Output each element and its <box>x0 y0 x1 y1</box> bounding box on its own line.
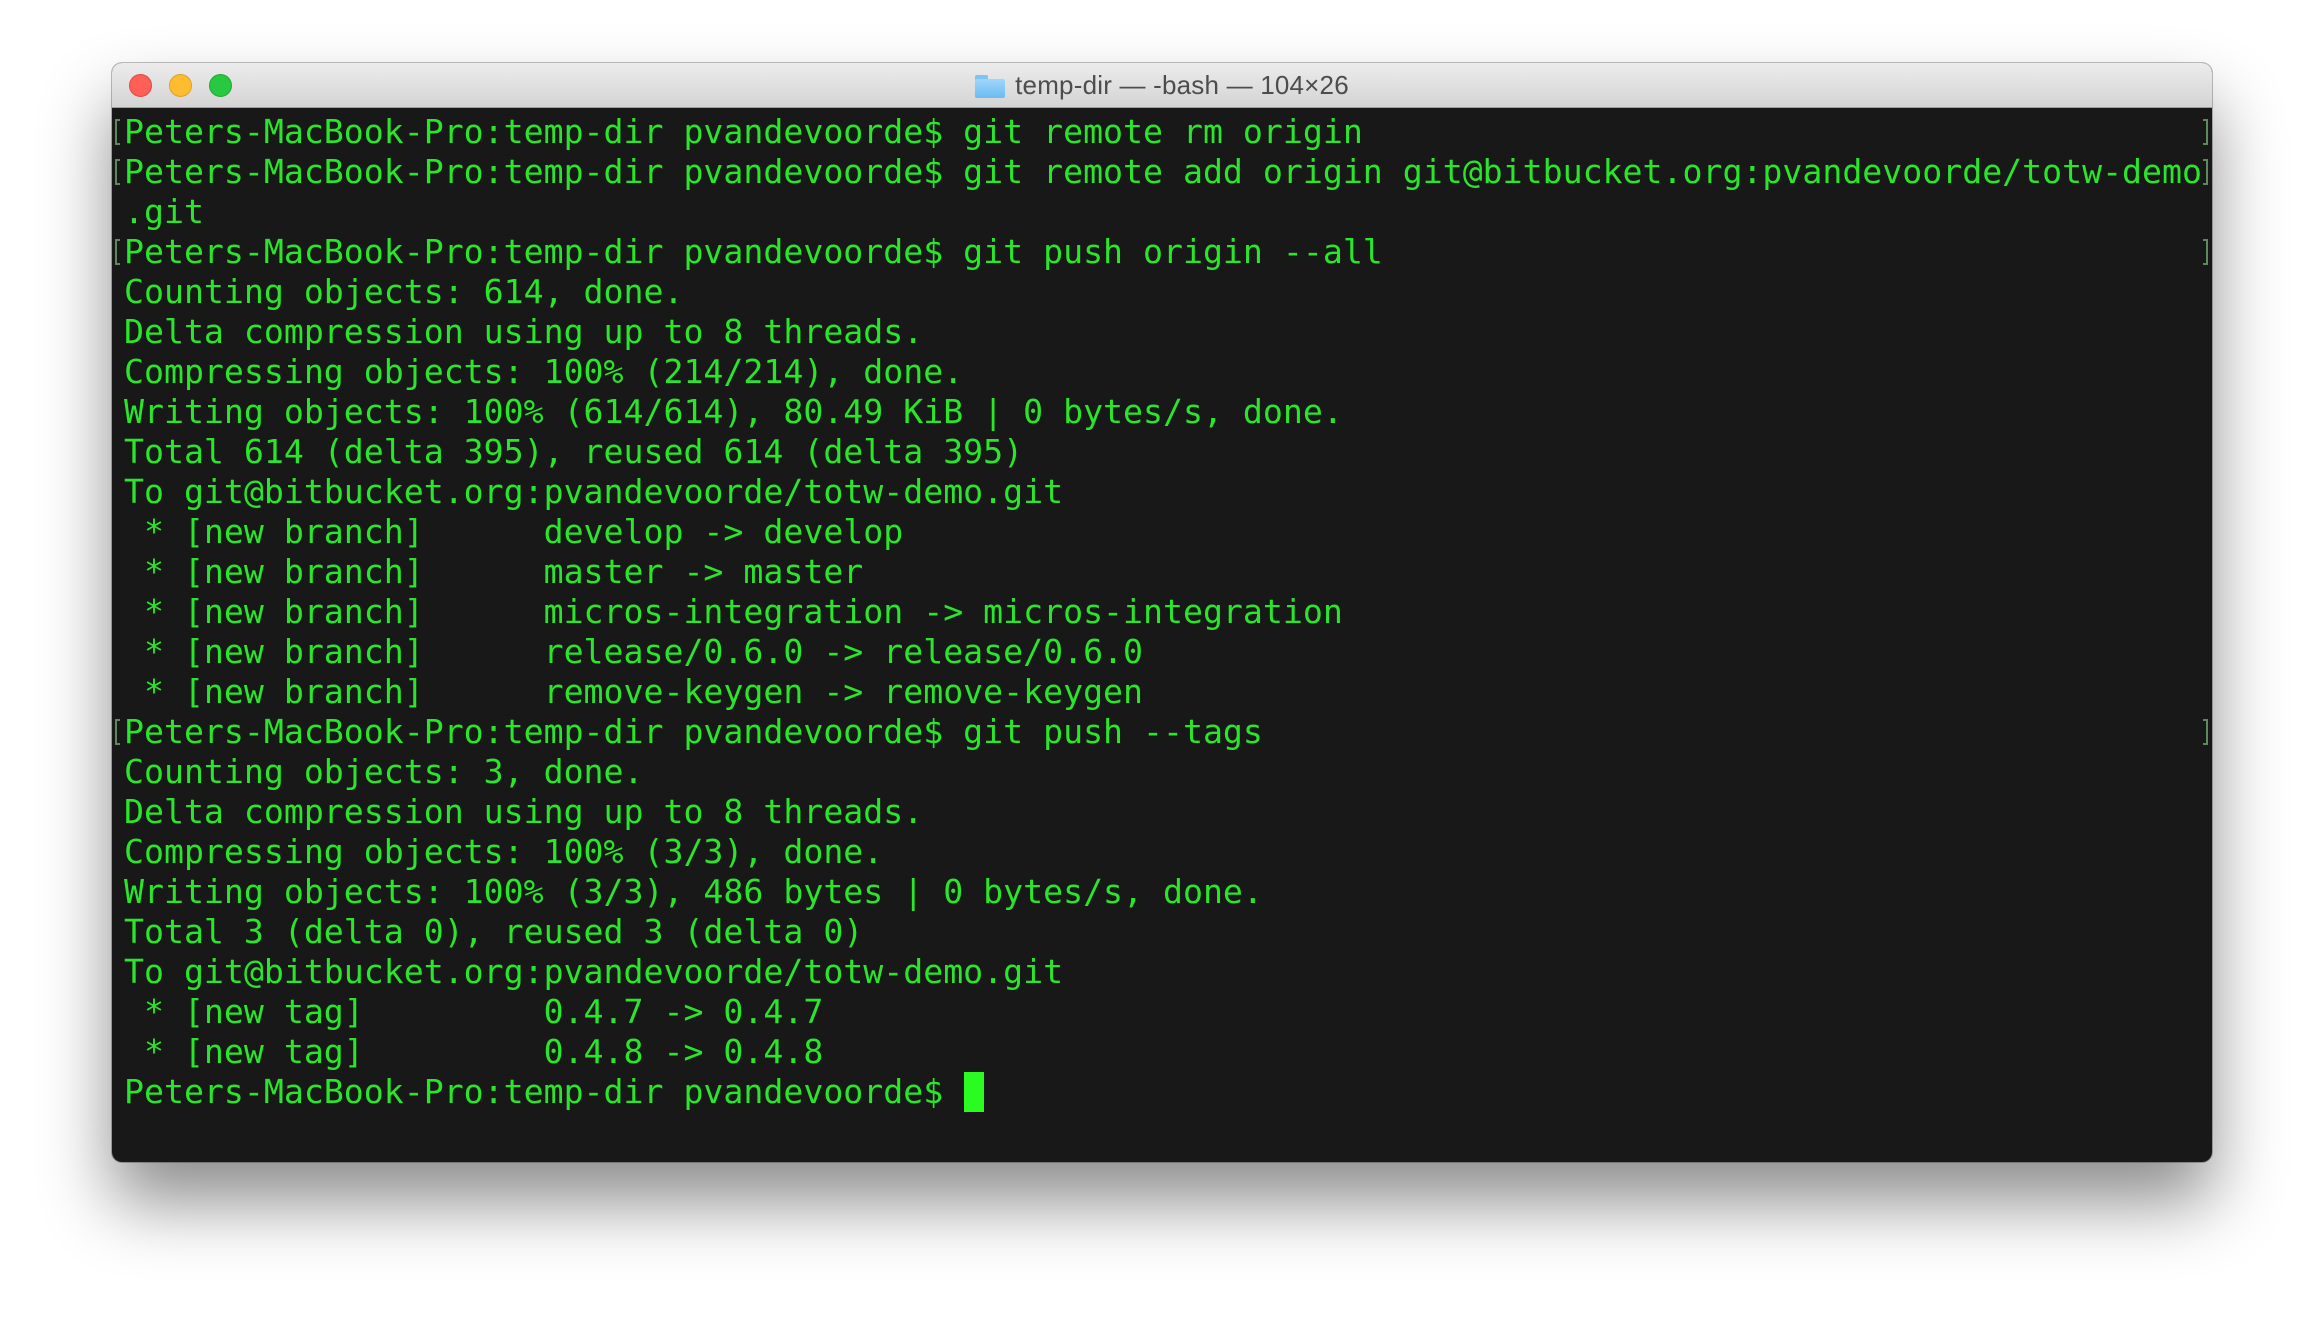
terminal-line: Peters-MacBook-Pro:temp-dir pvandevoorde… <box>124 1072 964 1111</box>
terminal-line: * [new tag] 0.4.8 -> 0.4.8 <box>124 1032 824 1071</box>
prompt-mark-right <box>2203 719 2208 745</box>
terminal-line: Peters-MacBook-Pro:temp-dir pvandevoorde… <box>124 112 1363 151</box>
terminal-line: Compressing objects: 100% (214/214), don… <box>124 352 964 391</box>
window-title-area: temp-dir — -bash — 104×26 <box>112 63 2212 107</box>
terminal-line: * [new branch] master -> master <box>124 552 864 591</box>
terminal-line: Peters-MacBook-Pro:temp-dir pvandevoorde… <box>124 232 1383 271</box>
terminal-line: * [new branch] release/0.6.0 -> release/… <box>124 632 1144 671</box>
prompt-mark-right <box>2203 159 2208 185</box>
terminal-line: To git@bitbucket.org:pvandevoorde/totw-d… <box>124 472 1064 511</box>
prompt-mark-left <box>115 159 120 185</box>
terminal-line: Counting objects: 614, done. <box>124 272 684 311</box>
terminal-line: Peters-MacBook-Pro:temp-dir pvandevoorde… <box>124 152 2202 191</box>
terminal-line: Counting objects: 3, done. <box>124 752 644 791</box>
terminal-line: * [new branch] remove-keygen -> remove-k… <box>124 672 1144 711</box>
terminal-line: To git@bitbucket.org:pvandevoorde/totw-d… <box>124 952 1064 991</box>
prompt-mark-right <box>2203 239 2208 265</box>
terminal-line: * [new tag] 0.4.7 -> 0.4.7 <box>124 992 824 1031</box>
terminal-line: .git <box>124 192 204 231</box>
title-bar[interactable]: temp-dir — -bash — 104×26 <box>112 63 2212 108</box>
terminal-line: Total 614 (delta 395), reused 614 (delta… <box>124 432 1024 471</box>
terminal-line: Writing objects: 100% (614/614), 80.49 K… <box>124 392 1343 431</box>
terminal-line: Compressing objects: 100% (3/3), done. <box>124 832 884 871</box>
terminal-line: * [new branch] develop -> develop <box>124 512 904 551</box>
prompt-mark-left <box>115 239 120 265</box>
terminal-line: Delta compression using up to 8 threads. <box>124 792 924 831</box>
window-title: temp-dir — -bash — 104×26 <box>1015 69 1349 100</box>
terminal-window: temp-dir — -bash — 104×26 Peters-MacBook… <box>112 63 2212 1162</box>
terminal-output[interactable]: Peters-MacBook-Pro:temp-dir pvandevoorde… <box>112 108 2212 1162</box>
terminal-line: Delta compression using up to 8 threads. <box>124 312 924 351</box>
text-cursor[interactable] <box>964 1072 984 1112</box>
terminal-line: * [new branch] micros-integration -> mic… <box>124 592 1343 631</box>
prompt-mark-right <box>2203 119 2208 145</box>
terminal-line: Total 3 (delta 0), reused 3 (delta 0) <box>124 912 864 951</box>
prompt-mark-left <box>115 119 120 145</box>
folder-icon <box>975 74 1006 98</box>
terminal-line: Peters-MacBook-Pro:temp-dir pvandevoorde… <box>124 712 1263 751</box>
terminal-line: Writing objects: 100% (3/3), 486 bytes |… <box>124 872 1263 911</box>
prompt-mark-left <box>115 719 120 745</box>
